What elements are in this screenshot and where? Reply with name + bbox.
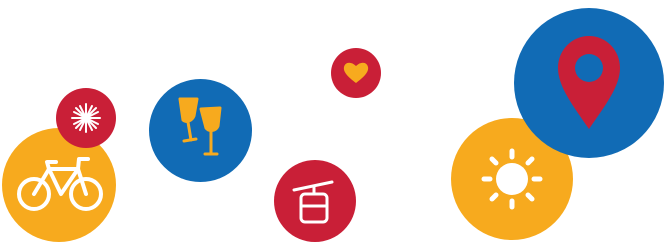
sparkle-bubble bbox=[56, 88, 116, 148]
cable-car-icon bbox=[292, 180, 334, 224]
cable-car-bubble bbox=[274, 160, 356, 242]
location-bubble bbox=[514, 8, 664, 158]
heart-bubble bbox=[331, 48, 381, 98]
location-pin-icon bbox=[558, 36, 620, 129]
wine-glasses-icon bbox=[178, 97, 222, 156]
sparkle-icon bbox=[71, 103, 101, 133]
heart-icon bbox=[343, 62, 369, 83]
wine-bubble bbox=[149, 79, 252, 182]
illustration bbox=[0, 0, 665, 242]
